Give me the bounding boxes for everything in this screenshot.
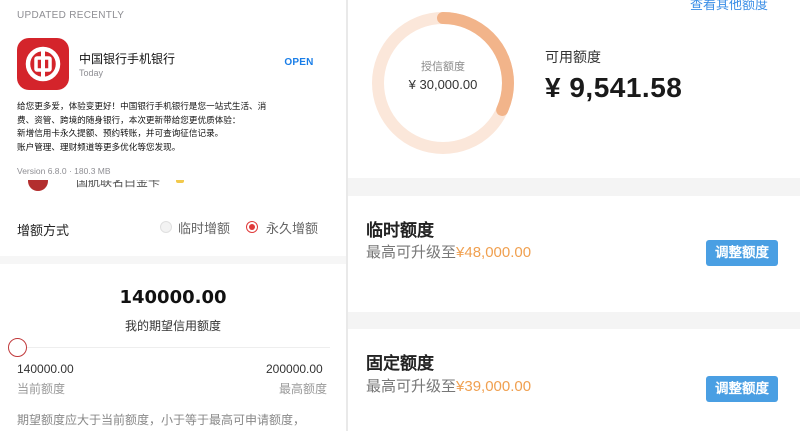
radio-temporary[interactable]	[160, 221, 172, 233]
credit-summary-card: 查看其他额度 授信额度 ¥ 30,000.00 可用额度 ¥ 9,541.58	[348, 0, 800, 178]
description-line: 新增信用卡永久提额、预约转账，并可查询征信记录。	[17, 129, 224, 139]
boc-logo-icon	[25, 46, 61, 82]
app-update-card: UPDATED RECENTLY 中国银行手机银行 Today OPEN 给您更…	[0, 0, 346, 180]
increase-method-label: 增额方式	[17, 224, 70, 239]
card-tag-icon	[176, 180, 184, 183]
description-line: 费、资管、跨境的随身银行，本次更新带给您更优质体验：	[17, 115, 241, 126]
radio-temporary-label[interactable]: 临时增额	[178, 218, 230, 237]
limit-slider-thumb[interactable]	[8, 338, 27, 357]
credit-limit-panel: 查看其他额度 授信额度 ¥ 30,000.00 可用额度 ¥ 9,541.58 …	[348, 0, 800, 431]
available-limit-label: 可用额度	[545, 50, 601, 66]
app-name: 中国银行手机银行	[79, 52, 176, 66]
app-store-panel: UPDATED RECENTLY 中国银行手机银行 Today OPEN 给您更…	[0, 0, 346, 431]
temporary-limit-amount: ¥48,000.00	[456, 244, 532, 261]
increase-method-row: 增额方式 临时增额 永久增额	[0, 204, 346, 248]
current-limit-value: 140000.00	[17, 362, 74, 376]
adjust-fixed-button[interactable]: 调整额度	[706, 376, 778, 402]
view-other-limits-link[interactable]: 查看其他额度	[690, 0, 768, 13]
expected-limit-value: 140000.00	[119, 287, 227, 308]
fixed-limit-prefix: 最高可升级至	[366, 377, 457, 395]
description-line: 账户管理、理财频道等更多优化等您发现。	[17, 142, 181, 153]
version-info: Version 6.8.0 · 180.3 MB	[17, 166, 111, 176]
section-divider	[0, 256, 346, 264]
granted-limit-value: ¥ 30,000.00	[408, 77, 478, 92]
partial-card-row: 国航联名白金卡	[0, 180, 346, 196]
open-button[interactable]: OPEN	[272, 57, 326, 73]
radio-permanent[interactable]	[246, 221, 258, 233]
section-label: UPDATED RECENTLY	[17, 10, 125, 21]
temporary-limit-prefix: 最高可升级至	[366, 243, 457, 261]
temporary-limit-sub: 最高可升级至¥48,000.00	[366, 241, 531, 262]
description-line: 给您更多爱，体验变更好！中国银行手机银行是您一站式生活、消	[17, 102, 267, 112]
fixed-limit-card: 固定额度 最高可升级至¥39,000.00 调整额度	[348, 329, 800, 431]
max-limit-label: 最高额度	[279, 382, 328, 396]
limit-note: 期望额度应大于当前额度，小于等于最高可申请额度，	[17, 413, 306, 427]
adjust-temporary-button[interactable]: 调整额度	[706, 240, 778, 266]
granted-limit-label: 授信额度	[421, 60, 465, 73]
fixed-limit-title: 固定额度	[366, 354, 434, 374]
temporary-limit-card: 临时额度 最高可升级至¥48,000.00 调整额度	[348, 196, 800, 312]
fixed-limit-sub: 最高可升级至¥39,000.00	[366, 375, 531, 396]
update-description: 给您更多爱，体验变更好！中国银行手机银行是您一站式生活、消 费、资管、跨境的随身…	[17, 101, 337, 155]
app-date: Today	[79, 68, 104, 78]
temporary-limit-title: 临时额度	[366, 221, 434, 241]
expected-limit-label: 我的期望信用额度	[124, 319, 221, 333]
radio-permanent-label[interactable]: 永久增额	[266, 218, 318, 237]
boc-app-icon[interactable]	[17, 38, 69, 90]
current-limit-label: 当前额度	[17, 382, 66, 396]
card-logo-icon	[28, 180, 48, 191]
available-limit-value: ¥ 9,541.58	[545, 72, 683, 103]
max-limit-value: 200000.00	[266, 362, 323, 376]
fixed-limit-amount: ¥39,000.00	[456, 378, 532, 395]
partial-card-name: 国航联名白金卡	[76, 180, 161, 189]
limit-slider-track[interactable]	[17, 347, 330, 348]
